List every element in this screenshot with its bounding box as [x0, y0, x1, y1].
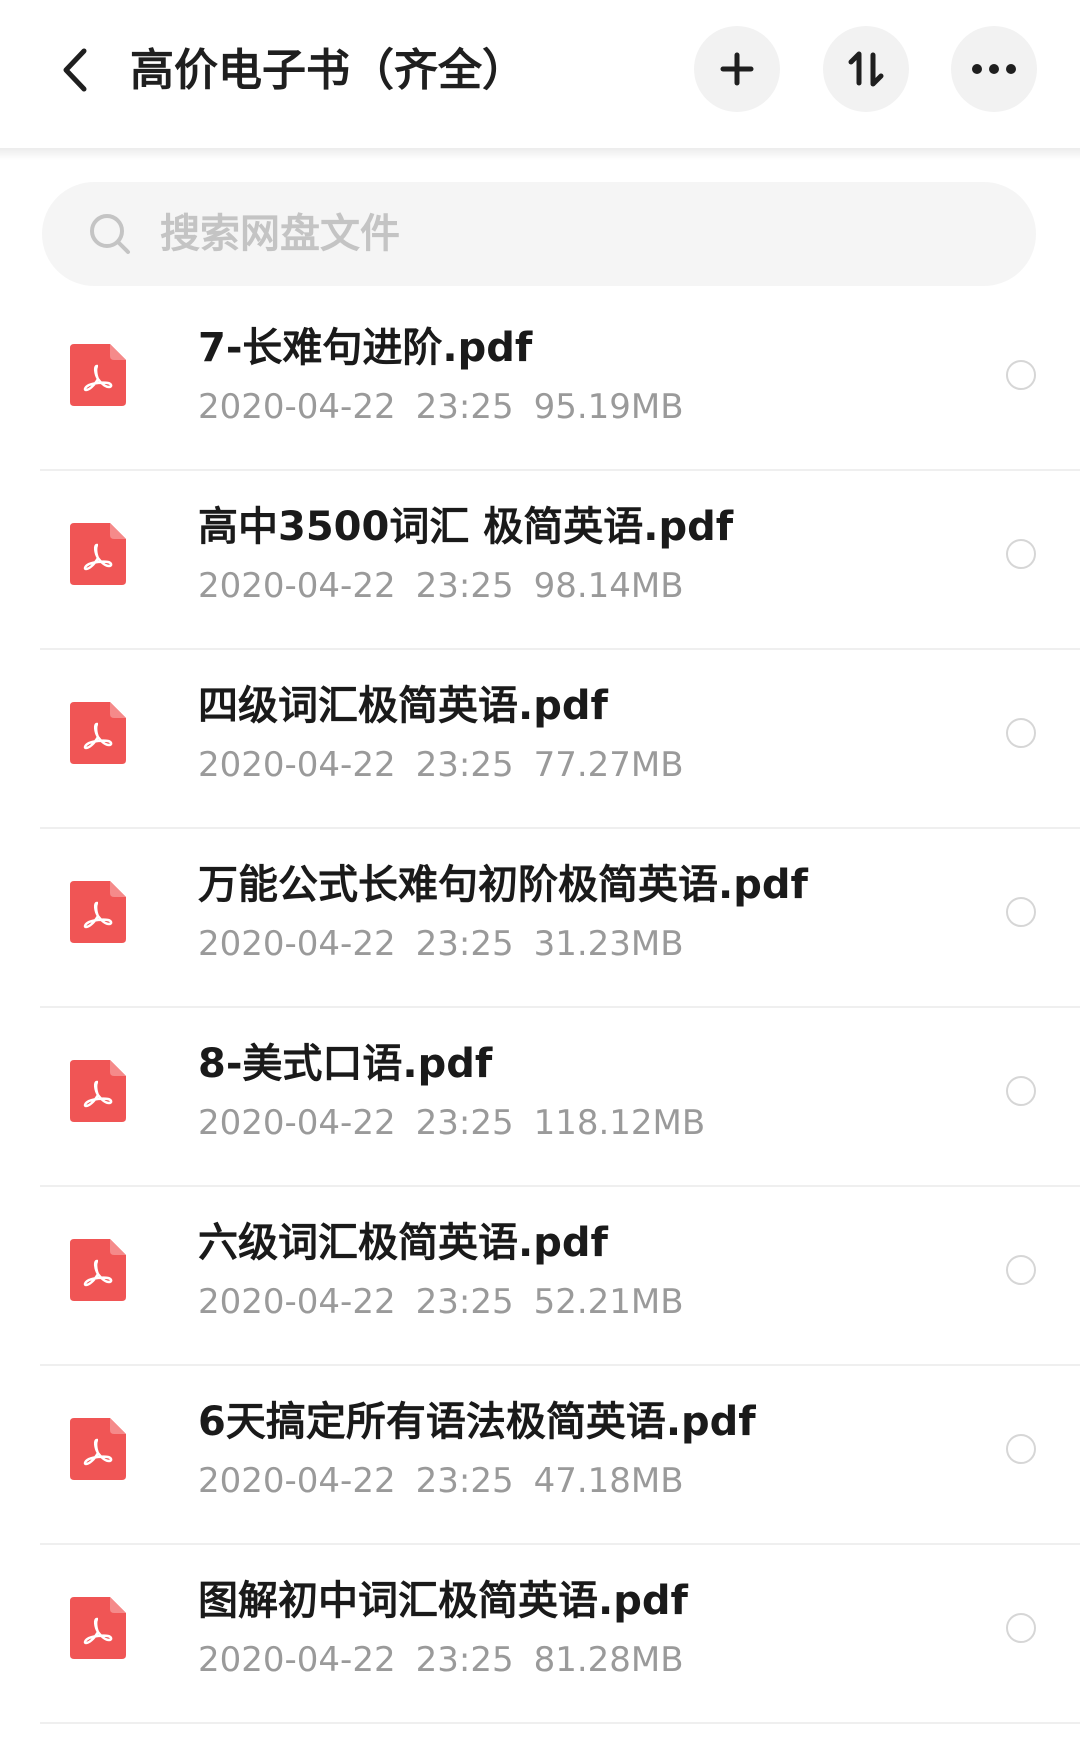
file-date: 2020-04-22 [198, 924, 396, 964]
select-checkbox[interactable] [1006, 1613, 1036, 1643]
search-input[interactable] [158, 210, 942, 258]
file-date: 2020-04-22 [198, 1103, 396, 1143]
file-meta: 2020-04-22 23:25 77.27MB [198, 740, 684, 790]
file-time: 23:25 [415, 387, 514, 427]
search-bar[interactable] [42, 182, 1036, 286]
more-dots-icon [972, 64, 1016, 74]
file-size: 98.14MB [533, 566, 684, 606]
pdf-file-icon [70, 1418, 126, 1480]
select-checkbox[interactable] [1006, 718, 1036, 748]
file-name: 万能公式长难句初阶极简英语.pdf [198, 862, 808, 908]
select-checkbox[interactable] [1006, 539, 1036, 569]
file-meta: 2020-04-22 23:25 47.18MB [198, 1456, 684, 1506]
search-icon [88, 212, 132, 256]
file-size: 31.23MB [533, 924, 684, 964]
list-item[interactable]: 四级词汇极简英语.pdf 2020-04-22 23:25 77.27MB [0, 650, 1080, 829]
back-button[interactable] [40, 30, 110, 110]
file-name: 高中3500词汇 极简英语.pdf [198, 504, 734, 550]
page-title: 高价电子书（齐全） [130, 45, 526, 96]
file-time: 23:25 [415, 1461, 514, 1501]
file-time: 23:25 [415, 566, 514, 606]
list-item[interactable]: 8-美式口语.pdf 2020-04-22 23:25 118.12MB [0, 1008, 1080, 1187]
file-size: 52.21MB [533, 1282, 684, 1322]
file-size: 77.27MB [533, 745, 684, 785]
pdf-file-icon [70, 1060, 126, 1122]
file-time: 23:25 [415, 1640, 514, 1680]
file-size: 95.19MB [533, 387, 684, 427]
file-date: 2020-04-22 [198, 566, 396, 606]
file-name: 7-长难句进阶.pdf [198, 325, 533, 371]
file-size: 81.28MB [533, 1640, 684, 1680]
select-checkbox[interactable] [1006, 1076, 1036, 1106]
file-date: 2020-04-22 [198, 1282, 396, 1322]
file-meta: 2020-04-22 23:25 95.19MB [198, 382, 684, 432]
file-time: 23:25 [415, 1103, 514, 1143]
file-date: 2020-04-22 [198, 1640, 396, 1680]
file-size: 118.12MB [533, 1103, 706, 1143]
file-date: 2020-04-22 [198, 1461, 396, 1501]
file-name: 图解初中词汇极简英语.pdf [198, 1578, 688, 1624]
list-item[interactable]: 7-长难句进阶.pdf 2020-04-22 23:25 95.19MB [0, 292, 1080, 471]
sort-icon [848, 51, 884, 87]
list-item[interactable]: 六级词汇极简英语.pdf 2020-04-22 23:25 52.21MB [0, 1187, 1080, 1366]
pdf-file-icon [70, 344, 126, 406]
pdf-file-icon [70, 881, 126, 943]
file-time: 23:25 [415, 1282, 514, 1322]
select-checkbox[interactable] [1006, 1255, 1036, 1285]
header-divider [0, 148, 1080, 160]
list-item[interactable]: 6天搞定所有语法极简英语.pdf 2020-04-22 23:25 47.18MB [0, 1366, 1080, 1545]
file-date: 2020-04-22 [198, 387, 396, 427]
select-checkbox[interactable] [1006, 1434, 1036, 1464]
select-checkbox[interactable] [1006, 360, 1036, 390]
file-time: 23:25 [415, 745, 514, 785]
file-name: 6天搞定所有语法极简英语.pdf [198, 1399, 756, 1445]
list-item[interactable]: 高中3500词汇 极简英语.pdf 2020-04-22 23:25 98.14MB [0, 471, 1080, 650]
add-button[interactable] [694, 26, 780, 112]
file-name: 8-美式口语.pdf [198, 1041, 493, 1087]
pdf-file-icon [70, 523, 126, 585]
file-list: 7-长难句进阶.pdf 2020-04-22 23:25 95.19MB 高中350… [0, 292, 1080, 1724]
file-meta: 2020-04-22 23:25 52.21MB [198, 1277, 684, 1327]
pdf-file-icon [70, 1597, 126, 1659]
file-date: 2020-04-22 [198, 745, 396, 785]
chevron-left-icon [63, 48, 87, 92]
file-meta: 2020-04-22 23:25 98.14MB [198, 561, 684, 611]
list-item[interactable]: 图解初中词汇极简英语.pdf 2020-04-22 23:25 81.28MB [0, 1545, 1080, 1724]
file-meta: 2020-04-22 23:25 118.12MB [198, 1098, 705, 1148]
file-meta: 2020-04-22 23:25 31.23MB [198, 919, 684, 969]
plus-icon [720, 52, 754, 86]
file-name: 六级词汇极简英语.pdf [198, 1220, 608, 1266]
pdf-file-icon [70, 1239, 126, 1301]
file-time: 23:25 [415, 924, 514, 964]
file-size: 47.18MB [533, 1461, 684, 1501]
header-bar: 高价电子书（齐全） [0, 0, 1080, 150]
more-button[interactable] [951, 26, 1037, 112]
file-meta: 2020-04-22 23:25 81.28MB [198, 1635, 684, 1685]
sort-button[interactable] [823, 26, 909, 112]
file-name: 四级词汇极简英语.pdf [198, 683, 608, 729]
list-item[interactable]: 万能公式长难句初阶极简英语.pdf 2020-04-22 23:25 31.23MB [0, 829, 1080, 1008]
select-checkbox[interactable] [1006, 897, 1036, 927]
pdf-file-icon [70, 702, 126, 764]
